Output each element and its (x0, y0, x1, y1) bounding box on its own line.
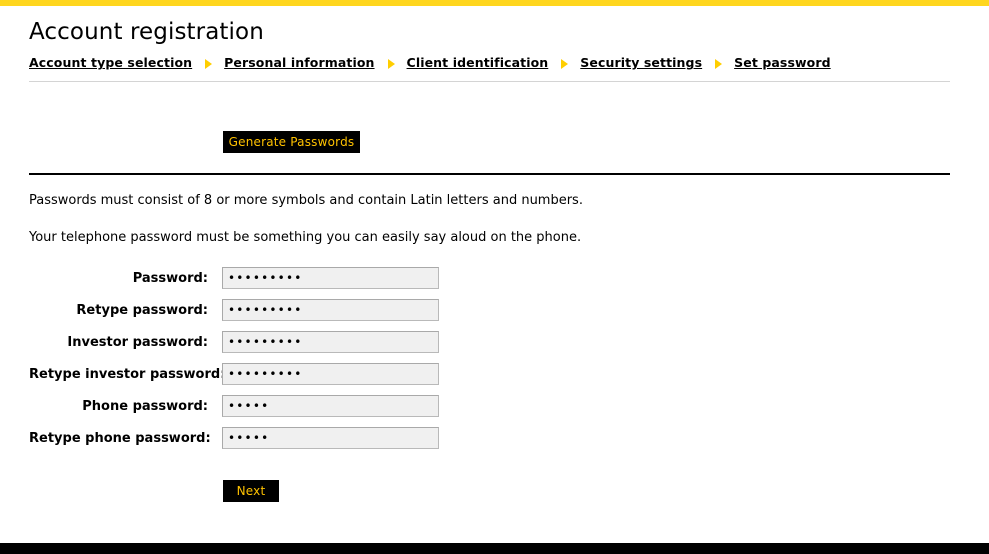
breadcrumb-step-set-password[interactable]: Set password (734, 55, 831, 70)
password-form: Password: Retype password: Investor pass… (29, 267, 950, 450)
retype-password-input[interactable] (222, 299, 439, 322)
next-button[interactable]: Next (223, 480, 279, 503)
next-button-row: Next (29, 459, 950, 503)
breadcrumb-step-security-settings[interactable]: Security settings (580, 55, 702, 70)
bottom-footer-bar (0, 543, 989, 554)
label-retype-phone-password: Retype phone password: (29, 430, 211, 446)
investor-password-input[interactable] (222, 331, 439, 354)
field-row-investor-password: Investor password: (29, 331, 950, 354)
triangle-right-icon (205, 58, 213, 69)
triangle-right-icon (387, 58, 395, 69)
password-notes: Passwords must consist of 8 or more symb… (29, 175, 950, 245)
retype-investor-password-input[interactable] (222, 363, 439, 386)
label-retype-password: Retype password: (76, 302, 208, 318)
retype-phone-password-input[interactable] (222, 427, 439, 450)
phone-password-input[interactable] (222, 395, 439, 418)
note-phone-password: Your telephone password must be somethin… (29, 229, 582, 245)
field-row-retype-password: Retype password: (29, 299, 950, 322)
label-retype-investor-password: Retype investor password: (29, 366, 226, 382)
triangle-right-icon (561, 58, 569, 69)
triangle-right-icon (715, 58, 723, 69)
generate-passwords-button[interactable]: Generate Passwords (223, 131, 360, 154)
field-row-retype-investor-password: Retype investor password: (29, 363, 950, 386)
page-container: Account registration Account type select… (0, 6, 989, 543)
field-row-password: Password: (29, 267, 950, 290)
label-password: Password: (132, 270, 208, 286)
label-investor-password: Investor password: (67, 334, 208, 350)
note-password-rules: Passwords must consist of 8 or more symb… (29, 193, 583, 209)
page-title: Account registration (29, 19, 264, 45)
field-row-retype-phone-password: Retype phone password: (29, 427, 950, 450)
field-row-phone-password: Phone password: (29, 395, 950, 418)
password-input[interactable] (222, 267, 439, 290)
breadcrumb-step-personal-information[interactable]: Personal information (224, 55, 374, 70)
generate-passwords-row: Generate Passwords (29, 82, 950, 173)
content-area: Account registration Account type select… (0, 6, 989, 503)
breadcrumb-step-client-identification[interactable]: Client identification (407, 55, 549, 70)
label-phone-password: Phone password: (82, 398, 208, 414)
breadcrumb-step-account-type[interactable]: Account type selection (29, 55, 192, 70)
breadcrumb: Account type selection Personal informat… (29, 55, 950, 70)
